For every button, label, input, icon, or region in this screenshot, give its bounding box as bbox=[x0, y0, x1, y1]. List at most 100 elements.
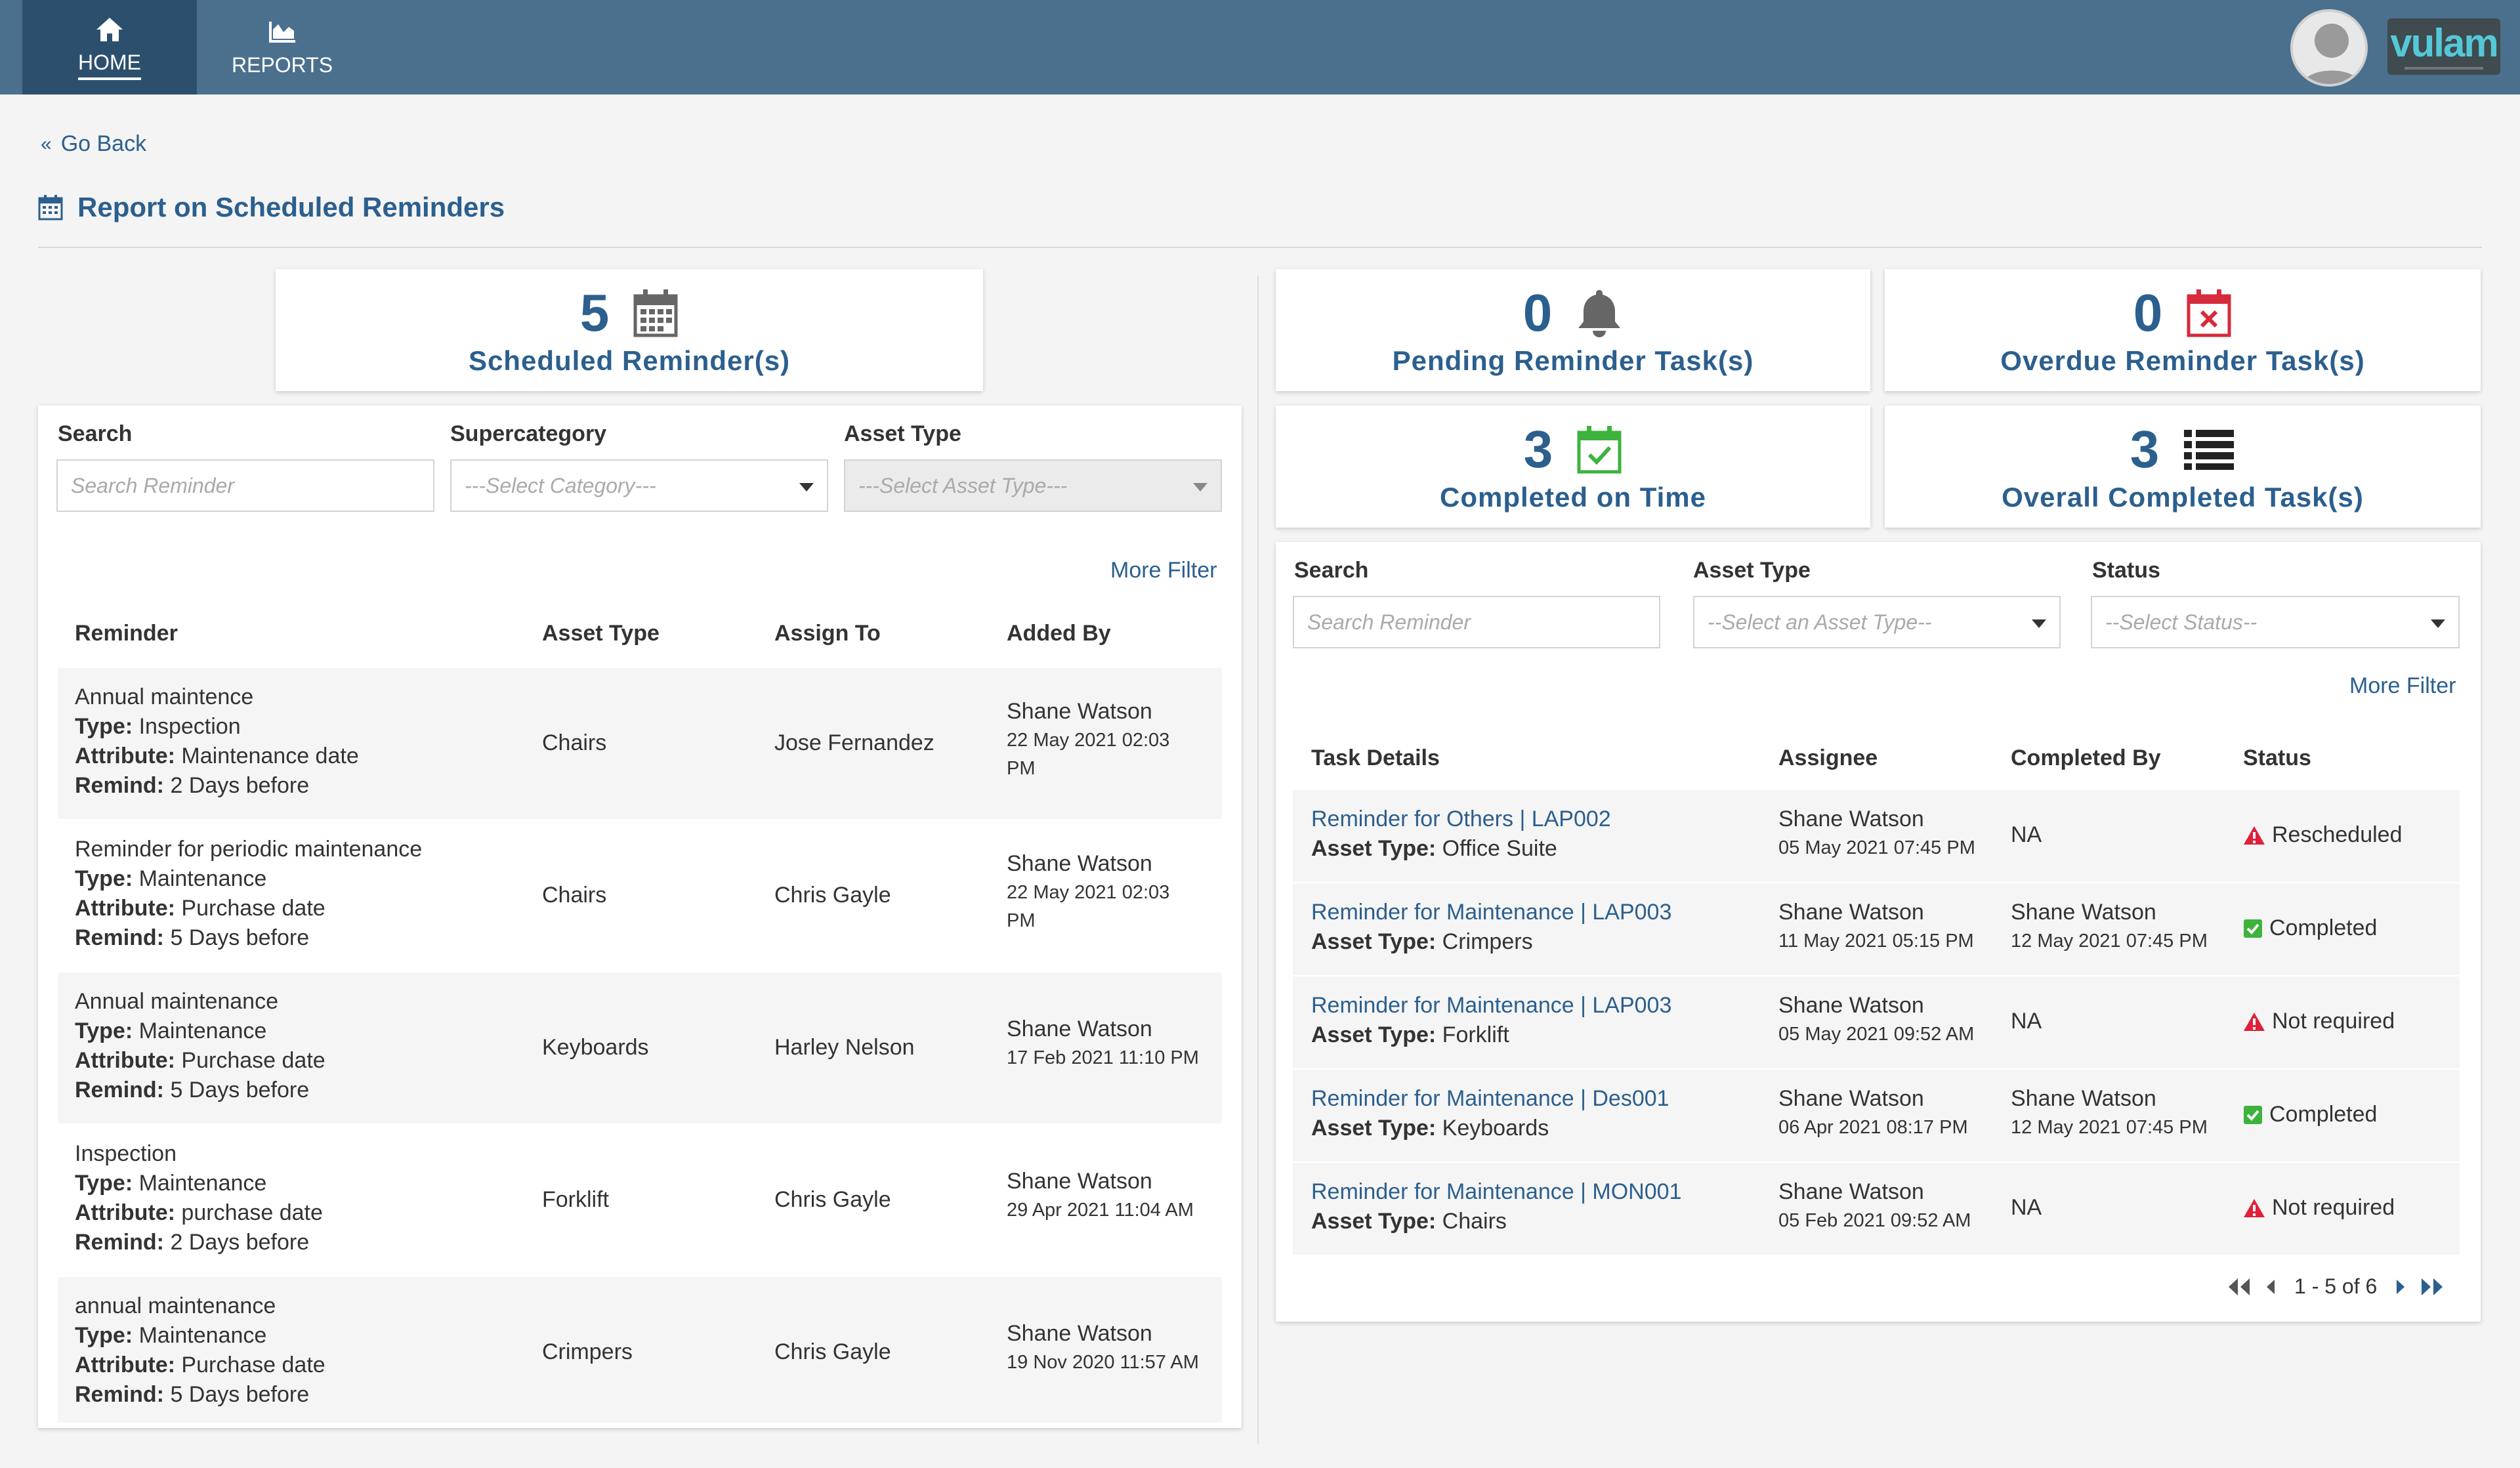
supercategory-select[interactable]: ---Select Category--- bbox=[450, 459, 828, 512]
reminder-type: Type: Maintenance bbox=[75, 866, 267, 891]
table-row[interactable]: Reminder for Maintenance | LAP003 Asset … bbox=[1293, 976, 2460, 1068]
calendar-icon bbox=[633, 289, 678, 337]
assigned-on: 05 Feb 2021 09:52 AM bbox=[1778, 1210, 1971, 1231]
supercategory-label: Supercategory bbox=[450, 421, 607, 446]
added-by-cell: Shane Watson 17 Feb 2021 11:10 PM bbox=[1007, 1015, 1199, 1072]
table-row[interactable]: annual maintenance Type: Maintenance Att… bbox=[58, 1277, 1222, 1423]
assign-to-cell: Chris Gayle bbox=[774, 883, 891, 908]
reminder-name: Reminder for periodic maintenance bbox=[75, 837, 423, 862]
search-label: Search bbox=[58, 421, 133, 446]
task-asset-type: Asset Type: Office Suite bbox=[1311, 836, 1557, 861]
calendar-icon bbox=[38, 195, 63, 220]
task-link[interactable]: Reminder for Maintenance | LAP003 bbox=[1311, 898, 1671, 927]
table-row[interactable]: Reminder for Maintenance | MON001 Asset … bbox=[1293, 1163, 2460, 1255]
task-details: Reminder for Maintenance | Des001 Asset … bbox=[1311, 1084, 1670, 1143]
asset-type-cell: Keyboards bbox=[542, 1035, 649, 1060]
column-header-reminder[interactable]: Reminder bbox=[75, 621, 178, 646]
reminder-attribute: Attribute: Purchase date bbox=[75, 1048, 326, 1073]
check-icon bbox=[2244, 919, 2262, 938]
search-input[interactable]: Search Reminder bbox=[1293, 596, 1660, 648]
column-header-completed-by[interactable]: Completed By bbox=[2011, 745, 2161, 771]
reminder-remind: Remind: 5 Days before bbox=[75, 925, 310, 950]
asset-type-value: --Select an Asset Type-- bbox=[1708, 610, 1932, 634]
reminder-details: Annual maintenance Type: Maintenance Att… bbox=[75, 987, 326, 1105]
column-header-status[interactable]: Status bbox=[2243, 745, 2311, 771]
status-select[interactable]: --Select Status-- bbox=[2091, 596, 2460, 648]
table-row[interactable]: Inspection Type: Maintenance Attribute: … bbox=[58, 1125, 1222, 1276]
table-row[interactable]: Reminder for Maintenance | LAP003 Asset … bbox=[1293, 883, 2460, 975]
column-header-assignee[interactable]: Assignee bbox=[1778, 745, 1878, 771]
previous-page-icon[interactable] bbox=[2264, 1277, 2277, 1297]
completed-by-name: Shane Watson bbox=[2011, 900, 2156, 925]
completed-by-cell: Shane Watson 12 May 2021 07:45 PM bbox=[2011, 1084, 2208, 1142]
task-link[interactable]: Reminder for Maintenance | Des001 bbox=[1311, 1084, 1670, 1114]
asset-type-select[interactable]: --Select an Asset Type-- bbox=[1693, 596, 2061, 648]
completed-on: 12 May 2021 07:45 PM bbox=[2011, 1117, 2208, 1138]
asset-type-select[interactable]: ---Select Asset Type--- bbox=[844, 459, 1222, 512]
column-header-task-details[interactable]: Task Details bbox=[1311, 745, 1440, 771]
stat-completed-on-time[interactable]: 3 Completed on Time bbox=[1276, 406, 1870, 528]
stat-label: Completed on Time bbox=[1440, 482, 1706, 513]
added-by-name: Shane Watson bbox=[1007, 1169, 1152, 1194]
stat-label: Overall Completed Task(s) bbox=[2002, 482, 2364, 513]
task-link[interactable]: Reminder for Maintenance | LAP003 bbox=[1311, 991, 1671, 1020]
calendar-check-icon bbox=[1577, 426, 1622, 474]
reminder-remind: Remind: 2 Days before bbox=[75, 773, 310, 798]
chevron-down-icon bbox=[2032, 619, 2046, 628]
more-filter-link[interactable]: More Filter bbox=[2349, 673, 2456, 699]
scheduled-reminders-panel: Search Search Reminder Supercategory ---… bbox=[38, 406, 1242, 1428]
column-header-asset-type[interactable]: Asset Type bbox=[542, 621, 660, 646]
stat-label: Pending Reminder Task(s) bbox=[1392, 345, 1754, 376]
table-row[interactable]: Reminder for Others | LAP002 Asset Type:… bbox=[1293, 790, 2460, 882]
completed-by-name: NA bbox=[2011, 822, 2042, 847]
top-nav: HOME REPORTS vulam bbox=[0, 0, 2520, 94]
added-on-date: 22 May 2021 02:03 bbox=[1007, 882, 1170, 903]
stat-overdue-tasks[interactable]: 0 Overdue Reminder Task(s) bbox=[1885, 269, 2481, 391]
assignee-name: Shane Watson bbox=[1778, 993, 1924, 1018]
user-icon bbox=[2301, 24, 2362, 84]
pagination-range: 1 - 5 of 6 bbox=[2294, 1274, 2378, 1298]
reminder-tasks-panel: Search Search Reminder Asset Type --Sele… bbox=[1276, 542, 2481, 1322]
reminder-attribute: Attribute: Purchase date bbox=[75, 1353, 326, 1377]
column-header-added-by[interactable]: Added By bbox=[1007, 621, 1111, 646]
table-row[interactable]: Annual maintenance Type: Maintenance Att… bbox=[58, 973, 1222, 1123]
status-text: Rescheduled bbox=[2272, 822, 2403, 847]
added-by-cell: Shane Watson 22 May 2021 02:03 PM bbox=[1007, 697, 1169, 783]
stat-count: 3 bbox=[1523, 420, 1553, 478]
status-text: Not required bbox=[2272, 1009, 2395, 1034]
last-page-icon[interactable] bbox=[2419, 1277, 2445, 1297]
stat-pending-tasks[interactable]: 0 Pending Reminder Task(s) bbox=[1276, 269, 1870, 391]
search-placeholder: Search Reminder bbox=[1307, 610, 1471, 634]
added-on-date: 17 Feb 2021 11:10 PM bbox=[1007, 1047, 1199, 1068]
stat-overall-completed[interactable]: 3 Overall Completed Task(s) bbox=[1885, 406, 2481, 528]
nav-home[interactable]: HOME bbox=[22, 0, 197, 94]
reminder-details: Inspection Type: Maintenance Attribute: … bbox=[75, 1139, 323, 1257]
page-title: Report on Scheduled Reminders bbox=[38, 192, 505, 223]
nav-reports[interactable]: REPORTS bbox=[197, 0, 368, 94]
table-row[interactable]: Reminder for Maintenance | Des001 Asset … bbox=[1293, 1070, 2460, 1162]
task-details: Reminder for Others | LAP002 Asset Type:… bbox=[1311, 805, 1611, 864]
stat-scheduled-reminders[interactable]: 5 Scheduled Reminder(s) bbox=[276, 269, 983, 391]
stat-label: Scheduled Reminder(s) bbox=[468, 345, 791, 376]
table-row[interactable]: Reminder for periodic maintenance Type: … bbox=[58, 820, 1222, 971]
assignee-name: Shane Watson bbox=[1778, 807, 1924, 831]
assignee-name: Shane Watson bbox=[1778, 1086, 1924, 1111]
table-row[interactable]: Annual maintence Type: Inspection Attrib… bbox=[58, 668, 1222, 819]
column-header-assign-to[interactable]: Assign To bbox=[774, 621, 881, 646]
assigned-on: 05 May 2021 09:52 AM bbox=[1778, 1024, 1975, 1045]
search-input[interactable]: Search Reminder bbox=[56, 459, 434, 512]
assignee-cell: Shane Watson 05 Feb 2021 09:52 AM bbox=[1778, 1177, 1971, 1235]
go-back-link[interactable]: « Go Back bbox=[41, 131, 146, 157]
avatar[interactable] bbox=[2290, 9, 2368, 87]
search-label: Search bbox=[1294, 558, 1369, 583]
task-link[interactable]: Reminder for Maintenance | MON001 bbox=[1311, 1177, 1681, 1207]
task-link[interactable]: Reminder for Others | LAP002 bbox=[1311, 805, 1611, 834]
first-page-icon[interactable] bbox=[2226, 1277, 2252, 1297]
next-page-icon[interactable] bbox=[2394, 1277, 2407, 1297]
reminder-type: Type: Maintenance bbox=[75, 1323, 267, 1348]
more-filter-link[interactable]: More Filter bbox=[1110, 558, 1217, 583]
pagination: 1 - 5 of 6 bbox=[2226, 1274, 2445, 1299]
double-chevron-left-icon: « bbox=[41, 133, 52, 155]
home-icon bbox=[96, 17, 123, 41]
completed-by-name: Shane Watson bbox=[2011, 1086, 2156, 1111]
